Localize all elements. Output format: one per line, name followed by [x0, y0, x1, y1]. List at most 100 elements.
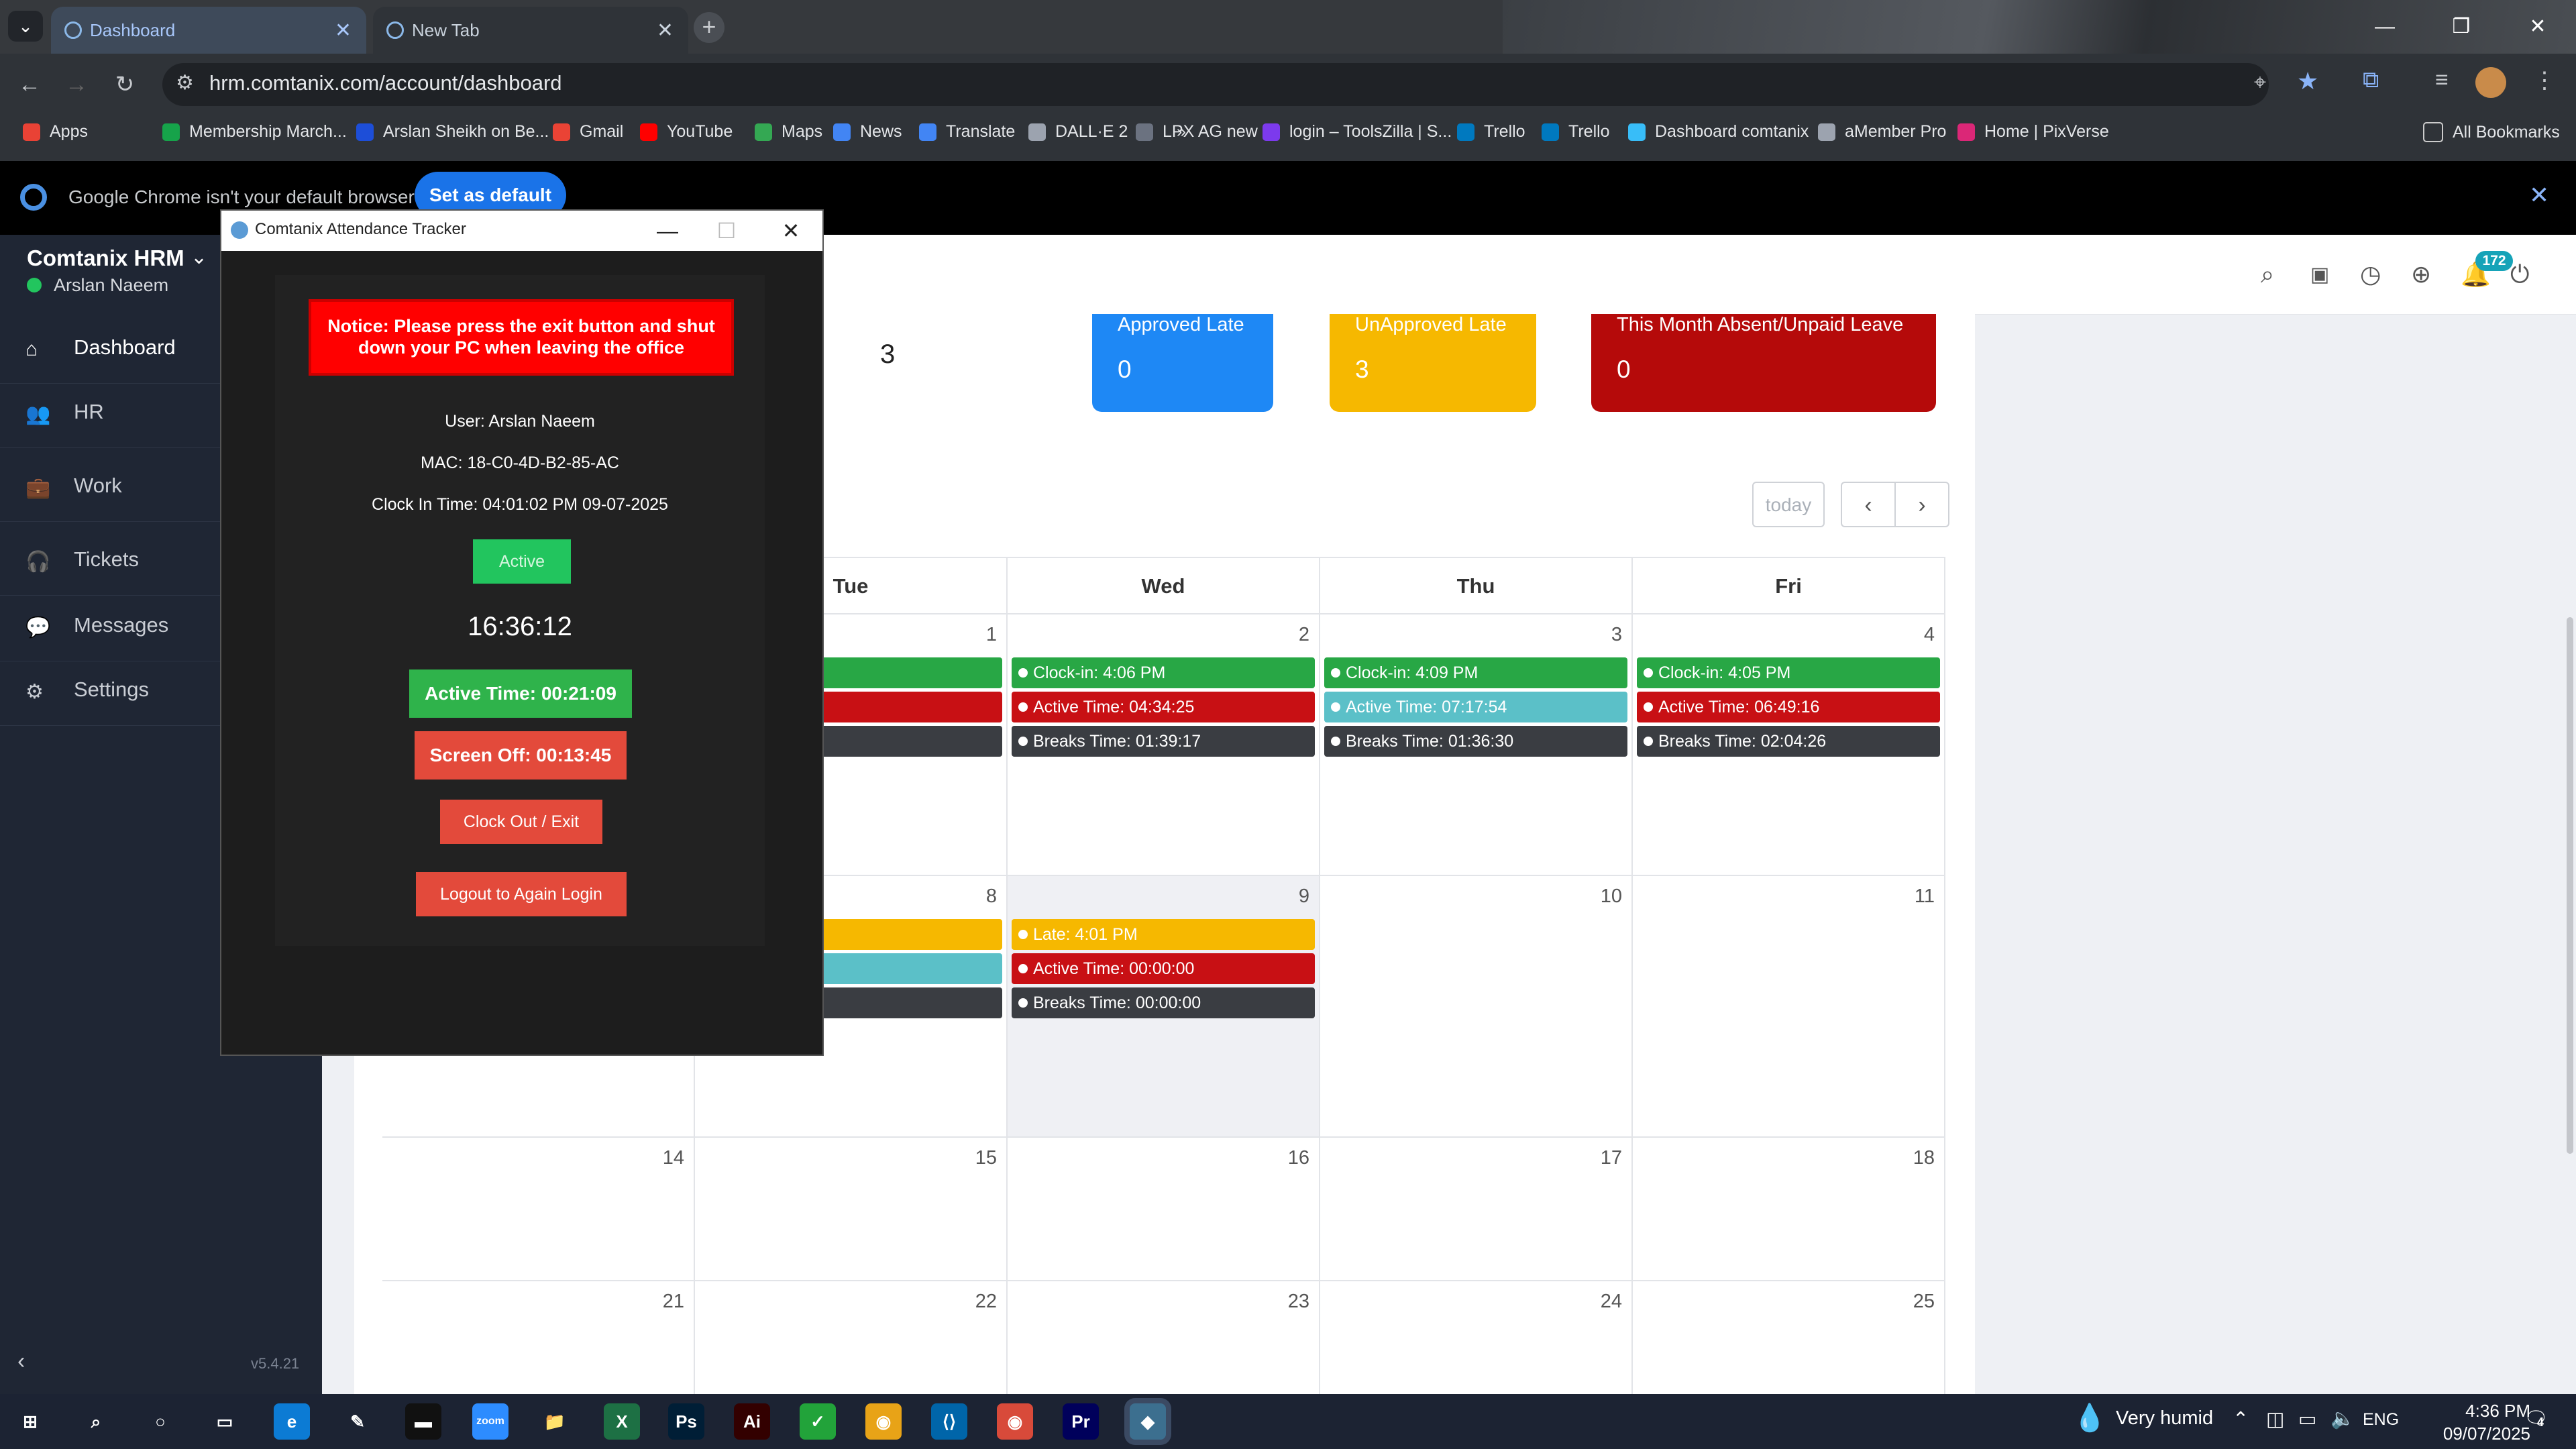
zoom-icon[interactable]: zoom — [472, 1403, 508, 1440]
calendar-day-cell[interactable]: 11 — [1633, 875, 1945, 1136]
green-app-icon[interactable]: ✓ — [800, 1403, 836, 1440]
add-circle-icon[interactable]: ⊕ — [2411, 260, 2431, 288]
calendar-event[interactable]: Breaks Time: 01:36:30 — [1324, 726, 1627, 757]
collapse-sidebar-icon[interactable]: ‹ — [17, 1348, 25, 1375]
bookmark-item[interactable]: Gmail — [553, 122, 623, 142]
calendar-event[interactable]: Breaks Time: 02:04:26 — [1637, 726, 1940, 757]
calendar-prev-button[interactable]: ‹ — [1841, 482, 1896, 527]
vscode-icon[interactable]: ⟨⟩ — [931, 1403, 967, 1440]
chevron-down-icon[interactable]: ⌄ — [191, 246, 207, 269]
calendar-day-cell[interactable]: 21 — [382, 1280, 695, 1394]
chrome-2-icon[interactable]: ◉ — [997, 1403, 1033, 1440]
bookmark-item[interactable]: Membership March... — [162, 122, 347, 142]
chrome-icon[interactable]: ◉ — [865, 1403, 902, 1440]
extensions-icon[interactable]: ⧉ — [2363, 67, 2379, 93]
absent-unpaid-card[interactable]: This Month Absent/Unpaid Leave 0 — [1591, 314, 1936, 412]
location-icon[interactable]: ⌖ — [2254, 70, 2266, 95]
calendar-day-cell[interactable]: 15 — [695, 1136, 1008, 1280]
calendar-day-cell[interactable]: 3 Clock-in: 4:09 PM Active Time: 07:17:54 B… — [1320, 613, 1633, 875]
camera-icon[interactable]: ◫ — [2266, 1407, 2284, 1431]
bookmarks-overflow-icon[interactable]: » — [1177, 122, 1186, 142]
close-window-button[interactable]: ✕ — [2501, 0, 2575, 54]
power-icon[interactable]: ⏻ — [2510, 260, 2529, 289]
unapproved-late-card[interactable]: UnApproved Late 3 — [1330, 314, 1536, 412]
calendar-day-cell[interactable]: 4 Clock-in: 4:05 PM Active Time: 06:49:16 B… — [1633, 613, 1945, 875]
profile-avatar[interactable] — [2475, 67, 2506, 98]
clock-out-exit-button[interactable]: Clock Out / Exit — [440, 800, 602, 844]
photoshop-icon[interactable]: Ps — [668, 1403, 704, 1440]
tab-dashboard[interactable]: Dashboard ✕ — [51, 7, 366, 54]
excel-icon[interactable]: X — [604, 1403, 640, 1440]
reading-list-icon[interactable]: ≡ — [2435, 67, 2449, 93]
terminal-icon[interactable]: ▬ — [405, 1403, 441, 1440]
illustrator-icon[interactable]: Ai — [734, 1403, 770, 1440]
language-indicator[interactable]: ENG — [2363, 1410, 2399, 1430]
tracker-minimize-button[interactable]: — — [639, 211, 696, 251]
calendar-event[interactable]: Clock-in: 4:06 PM — [1012, 657, 1315, 688]
close-tab-icon[interactable]: ✕ — [657, 19, 674, 42]
notification-center-icon[interactable]: 🗨 — [2524, 1407, 2548, 1430]
calendar-event[interactable]: Active Time: 07:17:54 — [1324, 692, 1627, 722]
calendar-day-cell[interactable]: 25 — [1633, 1280, 1945, 1394]
calendar-event[interactable]: Clock-in: 4:09 PM — [1324, 657, 1627, 688]
all-bookmarks-folder[interactable]: All Bookmarks — [2423, 122, 2560, 142]
url-text[interactable]: hrm.comtanix.com/account/dashboard — [209, 71, 562, 95]
calendar-event[interactable]: Active Time: 00:00:00 — [1012, 953, 1315, 984]
bookmark-item[interactable]: LPX AG new — [1136, 122, 1258, 142]
calendar-event[interactable]: Active Time: 04:34:25 — [1012, 692, 1315, 722]
bookmark-item[interactable]: News — [833, 122, 902, 142]
calendar-day-cell[interactable]: 16 — [1008, 1136, 1320, 1280]
bookmark-item[interactable]: Dashboard comtanix — [1628, 122, 1809, 142]
calendar-day-cell[interactable]: 23 — [1008, 1280, 1320, 1394]
chat-icon[interactable]: ▣ — [2310, 263, 2329, 286]
bookmark-item[interactable]: Translate — [919, 122, 1015, 142]
pen-icon[interactable]: ✎ — [339, 1403, 376, 1440]
restore-window-button[interactable]: ❐ — [2424, 0, 2498, 54]
calendar-day-cell[interactable]: 9 Late: 4:01 PM Active Time: 00:00:00 Break… — [1008, 875, 1320, 1136]
logout-again-login-button[interactable]: Logout to Again Login — [416, 872, 627, 916]
network-icon[interactable]: ▭ — [2298, 1407, 2316, 1431]
bookmark-item[interactable]: YouTube — [640, 122, 733, 142]
tab-search-button[interactable]: ⌄ — [8, 11, 43, 42]
tab-new-tab[interactable]: New Tab ✕ — [373, 7, 688, 54]
bookmark-item[interactable]: Trello — [1542, 122, 1610, 142]
tracker-maximize-button[interactable]: ☐ — [698, 211, 755, 251]
calendar-event[interactable]: Clock-in: 4:05 PM — [1637, 657, 1940, 688]
volume-icon[interactable]: 🔈 — [2330, 1407, 2355, 1430]
calendar-today-button[interactable]: today — [1752, 482, 1825, 527]
calendar-event[interactable]: Breaks Time: 01:39:17 — [1012, 726, 1315, 757]
calendar-day-cell[interactable]: 14 — [382, 1136, 695, 1280]
calendar-event[interactable]: Active Time: 06:49:16 — [1637, 692, 1940, 722]
page-scrollbar[interactable] — [2567, 617, 2573, 1154]
bookmark-item[interactable]: Trello — [1457, 122, 1525, 142]
approved-late-card[interactable]: Approved Late 0 — [1092, 314, 1273, 412]
system-clock[interactable]: 4:36 PM 09/07/2025 — [2430, 1399, 2530, 1445]
close-icon[interactable]: ✕ — [2529, 181, 2549, 209]
status-active-button[interactable]: Active — [473, 539, 571, 584]
calendar-day-cell[interactable]: 17 — [1320, 1136, 1633, 1280]
calendar-day-cell[interactable]: 24 — [1320, 1280, 1633, 1394]
kebab-menu-icon[interactable]: ⋮ — [2533, 67, 2556, 94]
calendar-event[interactable]: Breaks Time: 00:00:00 — [1012, 987, 1315, 1018]
bookmark-item[interactable]: Arslan Sheikh on Be... — [356, 122, 549, 142]
calendar-day-cell[interactable]: 18 — [1633, 1136, 1945, 1280]
bookmark-item[interactable]: Home | PixVerse — [1957, 122, 2109, 142]
forward-arrow-icon[interactable]: → — [59, 67, 94, 102]
reload-icon[interactable]: ↻ — [107, 67, 142, 102]
site-info-icon[interactable]: ⚙ — [176, 71, 194, 95]
calendar-day-cell[interactable]: 2 Clock-in: 4:06 PM Active Time: 04:34:25 B… — [1008, 613, 1320, 875]
chevron-up-icon[interactable]: ⌃ — [2233, 1407, 2249, 1431]
cortana-icon[interactable]: ○ — [142, 1403, 178, 1440]
comtanix-icon[interactable]: ◆ — [1130, 1403, 1166, 1440]
tracker-close-button[interactable]: ✕ — [762, 211, 820, 251]
bookmark-item[interactable]: Apps — [23, 122, 88, 142]
back-arrow-icon[interactable]: ← — [12, 67, 47, 102]
search-icon[interactable]: ⌕ — [2261, 260, 2274, 289]
explorer-icon[interactable]: 📁 — [537, 1403, 573, 1440]
calendar-next-button[interactable]: › — [1894, 482, 1949, 527]
minimize-window-button[interactable]: — — [2348, 0, 2422, 54]
start-icon[interactable]: ⊞ — [12, 1403, 48, 1440]
bookmark-item[interactable]: Maps — [755, 122, 822, 142]
premiere-icon[interactable]: Pr — [1063, 1403, 1099, 1440]
star-icon[interactable]: ★ — [2297, 67, 2318, 95]
